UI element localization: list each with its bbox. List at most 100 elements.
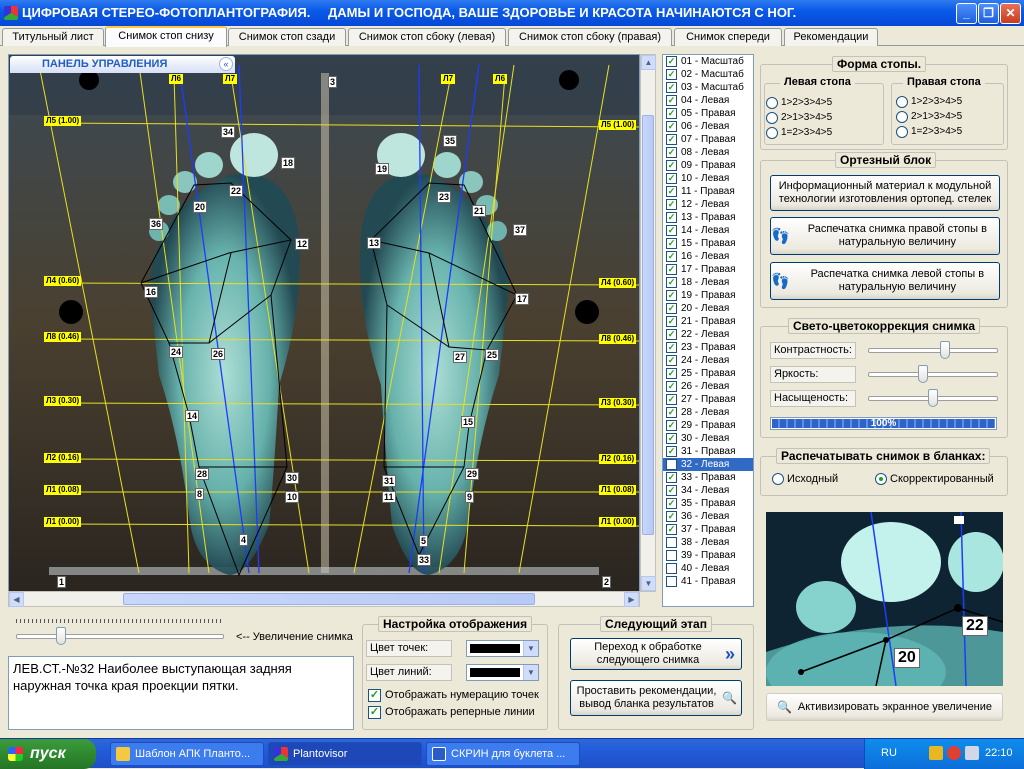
point-list-item[interactable]: ✓ 09 - Правая (663, 159, 753, 172)
point-list-item[interactable]: ✓ 37 - Правая (663, 523, 753, 536)
checkbox[interactable]: ✓ (666, 303, 677, 314)
left-shape-option-1[interactable]: 1>2>3>4>5 (766, 97, 832, 109)
point-list-item[interactable]: ✓ 20 - Левая (663, 302, 753, 315)
point-marker[interactable]: 36 (149, 218, 164, 230)
point-marker[interactable]: 11 (382, 491, 396, 503)
scroll-right-icon[interactable]: ▶ (624, 592, 639, 607)
point-list-item[interactable]: 38 - Левая (663, 536, 753, 549)
point-marker[interactable]: 25 (485, 349, 500, 361)
tab-front-view[interactable]: Снимок спереди (674, 28, 782, 46)
point-marker[interactable]: 34 (221, 126, 236, 138)
start-button[interactable]: пуск (0, 739, 96, 769)
checkbox[interactable]: ✓ (666, 82, 677, 93)
task-folder[interactable]: Шаблон АПК Планто... (110, 742, 264, 766)
checkbox[interactable]: ✓ (666, 407, 677, 418)
checkbox[interactable]: ✓ (666, 251, 677, 262)
point-list-item[interactable]: 40 - Левая (663, 562, 753, 575)
point-marker[interactable]: 19 (375, 163, 390, 175)
antivirus-icon[interactable] (947, 746, 961, 760)
checkbox[interactable]: ✓ (666, 186, 677, 197)
point-list-item[interactable]: ✓ 31 - Правая (663, 445, 753, 458)
checkbox[interactable]: ✓ (666, 277, 677, 288)
point-marker[interactable]: 18 (281, 157, 296, 169)
checkbox[interactable]: ✓ (666, 147, 677, 158)
print-corrected-radio[interactable]: Скорректированный (875, 473, 994, 485)
point-marker[interactable]: 17 (515, 293, 530, 305)
point-marker[interactable]: 16 (144, 286, 159, 298)
scroll-down-icon[interactable]: ▼ (641, 576, 656, 591)
point-checklist[interactable]: ✓ 01 - Масштаб ✓ 02 - Масштаб ✓ 03 - Масштаб ✓… (662, 54, 754, 607)
point-list-item[interactable]: ✓ 35 - Правая (663, 497, 753, 510)
point-marker[interactable]: 10 (285, 491, 300, 503)
checkbox[interactable]: ✓ (666, 95, 677, 106)
point-marker[interactable]: 9 (465, 491, 475, 503)
checkbox[interactable]: ✓ (666, 212, 677, 223)
checkbox[interactable]: ✓ (666, 381, 677, 392)
point-list-item[interactable]: ✓ 07 - Правая (663, 133, 753, 146)
zoom-slider-thumb[interactable] (55, 627, 66, 645)
print-left-foot-button[interactable]: 👣 Распечатка снимка левой стопы в натурал… (770, 262, 1000, 300)
tab-left-side-view[interactable]: Снимок стоп сбоку (левая) (348, 28, 506, 46)
task-plantovisor[interactable]: Plantovisor (268, 742, 422, 766)
right-shape-option-1[interactable]: 1>2>3>4>5 (896, 96, 962, 108)
point-list-item[interactable]: ✓ 19 - Правая (663, 289, 753, 302)
tab-recommendations[interactable]: Рекомендации (784, 28, 878, 46)
point-list-item[interactable]: ✓ 05 - Правая (663, 107, 753, 120)
point-list-item[interactable]: ✓ 34 - Левая (663, 484, 753, 497)
point-list-item[interactable]: ✓ 28 - Левая (663, 406, 753, 419)
point-marker[interactable]: 5 (419, 535, 429, 547)
point-list-item[interactable]: ✓ 30 - Левая (663, 432, 753, 445)
foot-photo-viewer[interactable]: Л5 (1.00) Л5 (1.00) Л4 (0.60) Л4 (0.60) … (8, 54, 640, 592)
activate-zoom-button[interactable]: 🔍 Активизировать экранное увеличение (766, 693, 1003, 721)
checkbox[interactable]: ✓ (666, 342, 677, 353)
close-button[interactable]: ✕ (1000, 3, 1021, 24)
checkbox[interactable]: ✓ (666, 485, 677, 496)
minimize-button[interactable]: _ (956, 3, 977, 24)
point-marker[interactable]: 27 (453, 351, 468, 363)
checkbox[interactable]: ✓ (666, 420, 677, 431)
checkbox[interactable]: ✓ (666, 199, 677, 210)
point-list-item[interactable]: ✓ 13 - Правая (663, 211, 753, 224)
point-list-item[interactable]: ✓ 08 - Левая (663, 146, 753, 159)
checkbox[interactable] (666, 459, 677, 470)
point-marker[interactable]: 14 (185, 410, 200, 422)
point-list-item[interactable]: ✓ 11 - Правая (663, 185, 753, 198)
point-list-item[interactable]: ✓ 12 - Левая (663, 198, 753, 211)
checkbox[interactable]: ✓ (666, 355, 677, 366)
point-list-item[interactable]: 32 - Левая (663, 458, 753, 471)
checkbox[interactable]: ✓ (666, 511, 677, 522)
checkbox[interactable]: ✓ (666, 264, 677, 275)
collapse-icon[interactable]: « (219, 57, 233, 71)
point-marker[interactable]: 24 (169, 346, 184, 358)
control-panel-header[interactable]: ПАНЕЛЬ УПРАВЛЕНИЯ « (10, 56, 235, 73)
point-marker[interactable]: 28 (195, 468, 210, 480)
contrast-slider-thumb[interactable] (940, 341, 950, 359)
contrast-slider-track[interactable] (868, 348, 998, 353)
point-marker[interactable]: 3 (328, 76, 338, 88)
brightness-slider-thumb[interactable] (918, 365, 929, 383)
checkbox[interactable] (666, 550, 677, 561)
shield-icon[interactable] (929, 746, 943, 760)
right-shape-option-3[interactable]: 1=2>3>4>5 (896, 126, 962, 138)
show-reference-checkbox[interactable]: ✓ Отображать реперные линии (368, 706, 535, 719)
checkbox[interactable] (666, 576, 677, 587)
saturation-slider-thumb[interactable] (928, 389, 938, 407)
checkbox[interactable]: ✓ (666, 225, 677, 236)
horizontal-scrollbar[interactable]: ◀ ▶ (8, 591, 640, 607)
checkbox[interactable] (666, 563, 677, 574)
point-list-item[interactable]: ✓ 15 - Правая (663, 237, 753, 250)
checkbox[interactable]: ✓ (666, 524, 677, 535)
point-list-item[interactable]: ✓ 27 - Правая (663, 393, 753, 406)
point-list-item[interactable]: ✓ 17 - Правая (663, 263, 753, 276)
maximize-button[interactable]: ❐ (978, 3, 999, 24)
point-marker[interactable]: 26 (211, 348, 226, 360)
point-marker[interactable]: 23 (437, 191, 452, 203)
checkbox[interactable]: ✓ (666, 316, 677, 327)
point-marker[interactable]: 37 (513, 224, 528, 236)
point-marker[interactable]: 2 (602, 576, 612, 588)
tab-rear-view[interactable]: Снимок стоп сзади (228, 28, 346, 46)
checkbox[interactable]: ✓ (666, 290, 677, 301)
point-list-item[interactable]: ✓ 18 - Левая (663, 276, 753, 289)
scroll-up-icon[interactable]: ▲ (641, 55, 656, 70)
point-marker[interactable]: 20 (193, 201, 208, 213)
